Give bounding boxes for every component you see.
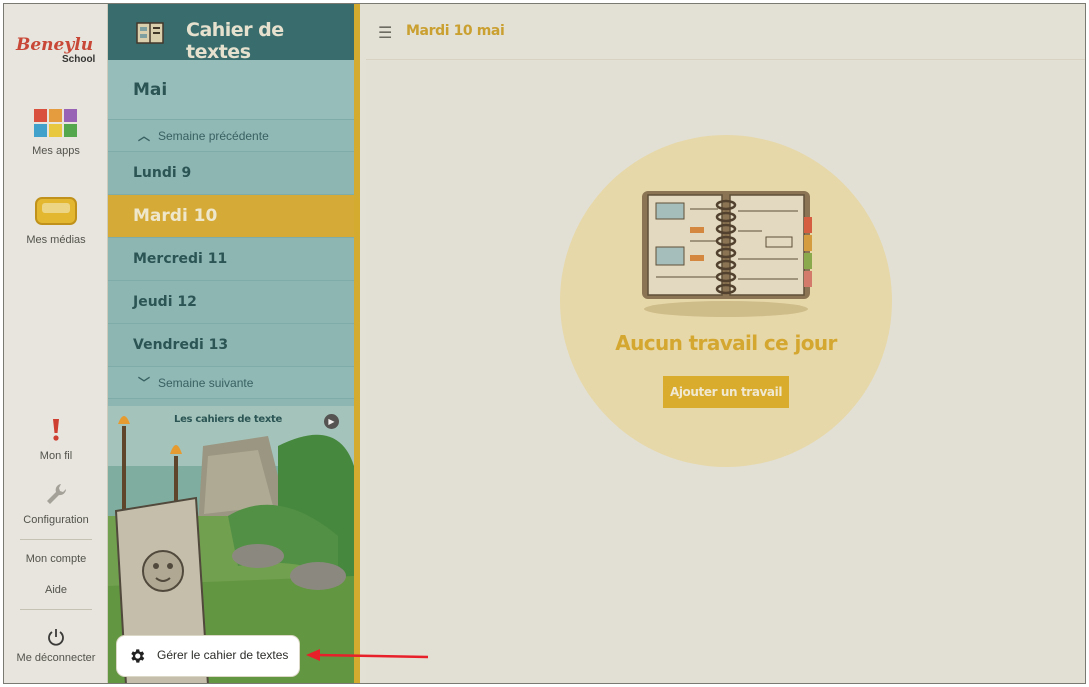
main-content: Aucun travail ce jour Ajouter un travail [366,61,1085,683]
power-icon [48,629,64,646]
empty-message: Aucun travail ce jour [615,331,837,355]
mes-medias-label: Mes médias [26,234,86,246]
chevron-down-icon: ﹀ [138,376,151,390]
hamburger-icon[interactable]: ☰ [378,23,392,42]
play-icon[interactable]: ▶ [324,414,339,429]
mon-compte-link[interactable]: Mon compte [4,553,108,565]
add-work-button[interactable]: Ajouter un travail [663,376,789,408]
logout-button[interactable]: Me déconnecter [4,628,108,664]
sidebar-title: Cahier de textes [186,19,284,63]
tray-icon [35,197,77,225]
apps-grid-icon [34,109,77,137]
logout-label: Me déconnecter [16,652,96,664]
day-item[interactable]: Jeudi 12 [108,281,354,324]
day-item[interactable]: Vendredi 13 [108,324,354,367]
wrench-icon [47,484,67,504]
svg-text:Beneylu: Beneylu [15,35,93,55]
current-date: Mardi 10 mai [406,23,505,39]
chevron-up-icon: ︿ [138,129,151,143]
manage-homework-label: Gérer le cahier de textes [157,648,289,662]
next-week-label: Semaine suivante [158,376,254,390]
next-week-button[interactable]: ﹀ Semaine suivante [108,367,354,399]
mon-fil-label: Mon fil [39,450,73,462]
rail-divider [20,539,92,540]
mes-apps-label: Mes apps [32,145,80,157]
notebook-illustration-icon [642,191,812,317]
exclamation-icon [53,419,59,441]
app-rail: Beneylu School Mes apps Mes médias Mon f… [4,4,108,683]
illustration-title: Les cahiers de texte [174,414,282,425]
month-label: Mai [108,60,354,120]
gear-icon [131,649,145,663]
rail-divider [20,609,92,610]
callout-arrow-icon [306,649,429,661]
aide-link[interactable]: Aide [4,584,108,596]
beneylu-logo[interactable]: Beneylu School [14,26,102,66]
mes-apps-button[interactable]: Mes apps [4,109,108,157]
top-bar: ☰ Mardi 10 mai [366,4,1085,60]
app-window: Beneylu School Mes apps Mes médias Mon f… [3,3,1086,684]
previous-week-label: Semaine précédente [158,129,269,143]
day-item-active[interactable]: Mardi 10 [108,195,354,238]
previous-week-button[interactable]: ︿ Semaine précédente [108,120,354,152]
manage-homework-button[interactable]: Gérer le cahier de textes [117,636,299,676]
svg-text:School: School [62,54,96,65]
configuration-label: Configuration [23,514,89,526]
sidebar-header: Cahier de textes [108,4,354,63]
mon-compte-label: Mon compte [25,553,87,565]
mon-fil-button[interactable]: Mon fil [4,418,108,462]
configuration-button[interactable]: Configuration [4,482,108,526]
notebook-icon [136,22,164,44]
homework-sidebar: Cahier de textes Mai ︿ Semaine précédent… [108,4,360,683]
empty-state: Aucun travail ce jour Ajouter un travail [560,135,892,467]
mes-medias-button[interactable]: Mes médias [4,194,108,246]
aide-label: Aide [44,584,68,596]
day-item[interactable]: Lundi 9 [108,152,354,195]
day-item[interactable]: Mercredi 11 [108,238,354,281]
